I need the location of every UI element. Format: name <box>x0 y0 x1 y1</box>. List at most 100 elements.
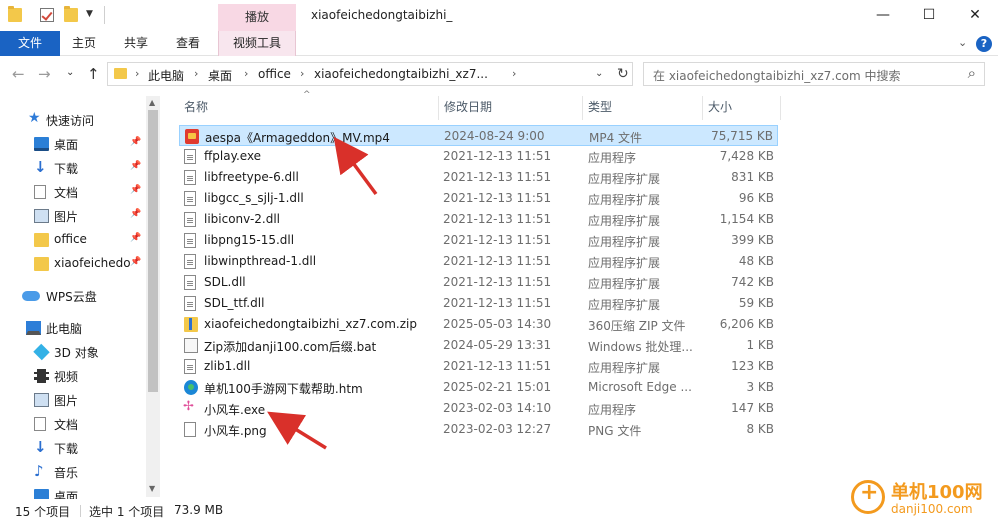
chevron-down-icon[interactable]: ▼ <box>86 9 93 19</box>
nav-item[interactable]: 图片 📌 <box>0 205 146 227</box>
column-divider[interactable] <box>438 96 439 120</box>
file-row[interactable]: 单机100手游网下载帮助.htm 2025-02-21 15:01 Microsof… <box>179 377 778 398</box>
edge-icon <box>184 380 198 395</box>
nav-item[interactable]: WPS云盘 <box>0 285 146 307</box>
ribbon-expand-icon[interactable]: ⌄ <box>958 36 967 49</box>
column-divider[interactable] <box>582 96 583 120</box>
new-folder-icon[interactable] <box>64 6 78 22</box>
pin-icon: 📌 <box>130 137 142 147</box>
file-row[interactable]: 小风车.png 2023-02-03 12:27 PNG 文件 8 KB <box>179 419 778 440</box>
music-icon: ♪ <box>34 462 44 480</box>
search-icon[interactable]: ⌕ <box>968 64 976 82</box>
file-date: 2021-12-13 11:51 <box>443 296 552 310</box>
context-tab-play[interactable]: 播放 <box>218 4 296 31</box>
nav-item[interactable]: 此电脑 <box>0 317 146 339</box>
watermark-title: 单机100网 <box>891 482 983 503</box>
breadcrumb-office[interactable]: office <box>258 67 291 81</box>
search-placeholder: 在 xiaofeichedongtaibizhi_xz7.com 中搜索 <box>653 69 901 83</box>
pin-icon: 📌 <box>130 233 142 243</box>
file-row[interactable]: libgcc_s_sjlj-1.dll 2021-12-13 11:51 应用程序扩… <box>179 188 778 209</box>
divider <box>104 6 105 24</box>
minimize-button[interactable]: — <box>860 0 906 31</box>
file-row[interactable]: SDL_ttf.dll 2021-12-13 11:51 应用程序扩展 59 KB <box>179 293 778 314</box>
breadcrumb-separator[interactable]: › <box>194 67 198 80</box>
file-size: 147 KB <box>731 401 774 415</box>
address-dropdown-icon[interactable]: ⌄ <box>595 68 603 79</box>
tab-view[interactable]: 查看 <box>166 31 210 56</box>
nav-item-label: 图片 <box>54 210 79 224</box>
file-row[interactable]: SDL.dll 2021-12-13 11:51 应用程序扩展 742 KB <box>179 272 778 293</box>
refresh-icon[interactable]: ↻ <box>617 66 629 82</box>
file-row[interactable]: ffplay.exe 2021-12-13 11:51 应用程序 7,428 KB <box>179 146 778 167</box>
folder-icon[interactable] <box>8 6 22 22</box>
nav-item-label: 音乐 <box>54 466 79 480</box>
file-icon <box>184 233 196 248</box>
file-size: 742 KB <box>731 275 774 289</box>
file-row[interactable]: libiconv-2.dll 2021-12-13 11:51 应用程序扩展 1,15… <box>179 209 778 230</box>
bat-icon <box>184 338 198 353</box>
breadcrumb-desktop[interactable]: 桌面 <box>208 67 232 84</box>
close-button[interactable]: ✕ <box>952 0 998 31</box>
file-row[interactable]: libwinpthread-1.dll 2021-12-13 11:51 应用程序扩… <box>179 251 778 272</box>
nav-item[interactable]: xiaofeichedo 📌 <box>0 253 146 275</box>
help-icon[interactable]: ? <box>976 36 992 52</box>
breadcrumb-this-pc[interactable]: 此电脑 <box>148 67 184 84</box>
file-row[interactable]: zlib1.dll 2021-12-13 11:51 应用程序扩展 123 KB <box>179 356 778 377</box>
zip-icon <box>184 317 198 332</box>
nav-item[interactable]: 桌面 📌 <box>0 133 146 155</box>
file-date: 2021-12-13 11:51 <box>443 191 552 205</box>
back-arrow-icon[interactable]: ← <box>12 65 25 83</box>
folder-icon <box>114 68 127 79</box>
scroll-up-icon[interactable]: ▲ <box>149 98 155 107</box>
properties-check-icon[interactable] <box>40 8 54 22</box>
breadcrumb-separator[interactable]: › <box>300 67 304 80</box>
file-row[interactable]: aespa《Armageddon》MV.mp4 2024-08-24 9:00 MP… <box>179 125 778 146</box>
breadcrumb-current-folder[interactable]: xiaofeichedongtaibizhi_xz7... <box>314 67 488 81</box>
column-divider[interactable] <box>780 96 781 120</box>
nav-item[interactable]: 桌面 <box>0 485 146 499</box>
column-header-name[interactable]: 名称 <box>184 96 434 118</box>
column-header-date[interactable]: 修改日期 <box>444 96 574 118</box>
nav-item[interactable]: ↓ 下载 📌 <box>0 157 146 179</box>
recent-locations-icon[interactable]: ⌄ <box>66 67 74 78</box>
breadcrumb-separator[interactable]: › <box>244 67 248 80</box>
nav-item[interactable]: ♪ 音乐 <box>0 461 146 483</box>
tab-video-tools[interactable]: 视频工具 <box>218 31 296 56</box>
breadcrumb-separator[interactable]: › <box>135 67 139 80</box>
nav-item[interactable]: 3D 对象 <box>0 341 146 363</box>
tab-share[interactable]: 共享 <box>114 31 158 56</box>
search-box[interactable]: 在 xiaofeichedongtaibizhi_xz7.com 中搜索 ⌕ <box>643 62 985 86</box>
file-row[interactable]: ✢ 小风车.exe 2023-02-03 14:10 应用程序 147 KB <box>179 398 778 419</box>
up-arrow-icon[interactable]: ↑ <box>87 65 100 83</box>
nav-item[interactable]: 图片 <box>0 389 146 411</box>
file-type: 应用程序扩展 <box>588 235 661 249</box>
forward-arrow-icon[interactable]: → <box>38 65 51 83</box>
file-size: 75,715 KB <box>711 129 773 143</box>
tab-file[interactable]: 文件 <box>0 31 60 56</box>
file-row[interactable]: libpng15-15.dll 2021-12-13 11:51 应用程序扩展 399… <box>179 230 778 251</box>
scroll-down-icon[interactable]: ▼ <box>149 484 155 493</box>
file-row[interactable]: libfreetype-6.dll 2021-12-13 11:51 应用程序扩展 8… <box>179 167 778 188</box>
nav-item[interactable]: 文档 📌 <box>0 181 146 203</box>
column-header-size[interactable]: 大小 <box>708 96 776 118</box>
maximize-button[interactable]: ☐ <box>906 0 952 31</box>
picture-icon <box>34 393 49 407</box>
nav-item[interactable]: ↓ 下载 <box>0 437 146 459</box>
file-row[interactable]: xiaofeichedongtaibizhi_xz7.com.zip 2025-0… <box>179 314 778 335</box>
tab-home[interactable]: 主页 <box>62 31 106 56</box>
nav-item[interactable]: office 📌 <box>0 229 146 251</box>
scroll-thumb[interactable] <box>148 110 158 392</box>
column-header-type[interactable]: 类型 <box>588 96 698 118</box>
file-type: 应用程序扩展 <box>588 172 661 186</box>
breadcrumb-separator[interactable]: › <box>512 67 516 80</box>
nav-item[interactable]: ★ 快速访问 <box>0 109 146 131</box>
nav-item[interactable]: 视频 <box>0 365 146 387</box>
file-row[interactable]: Zip添加danji100.com后缀.bat 2024-05-29 13:31 W… <box>179 335 778 356</box>
nav-item[interactable]: 文档 <box>0 413 146 435</box>
column-divider[interactable] <box>702 96 703 120</box>
address-bar[interactable]: › 此电脑 › 桌面 › office › xiaofeichedongtaib… <box>107 62 633 86</box>
nav-scrollbar[interactable]: ▲ ▼ <box>146 96 160 497</box>
file-name: 单机100手游网下载帮助.htm <box>204 382 363 396</box>
file-date: 2025-05-03 14:30 <box>443 317 552 331</box>
watermark-url: danji100.com <box>891 502 973 516</box>
